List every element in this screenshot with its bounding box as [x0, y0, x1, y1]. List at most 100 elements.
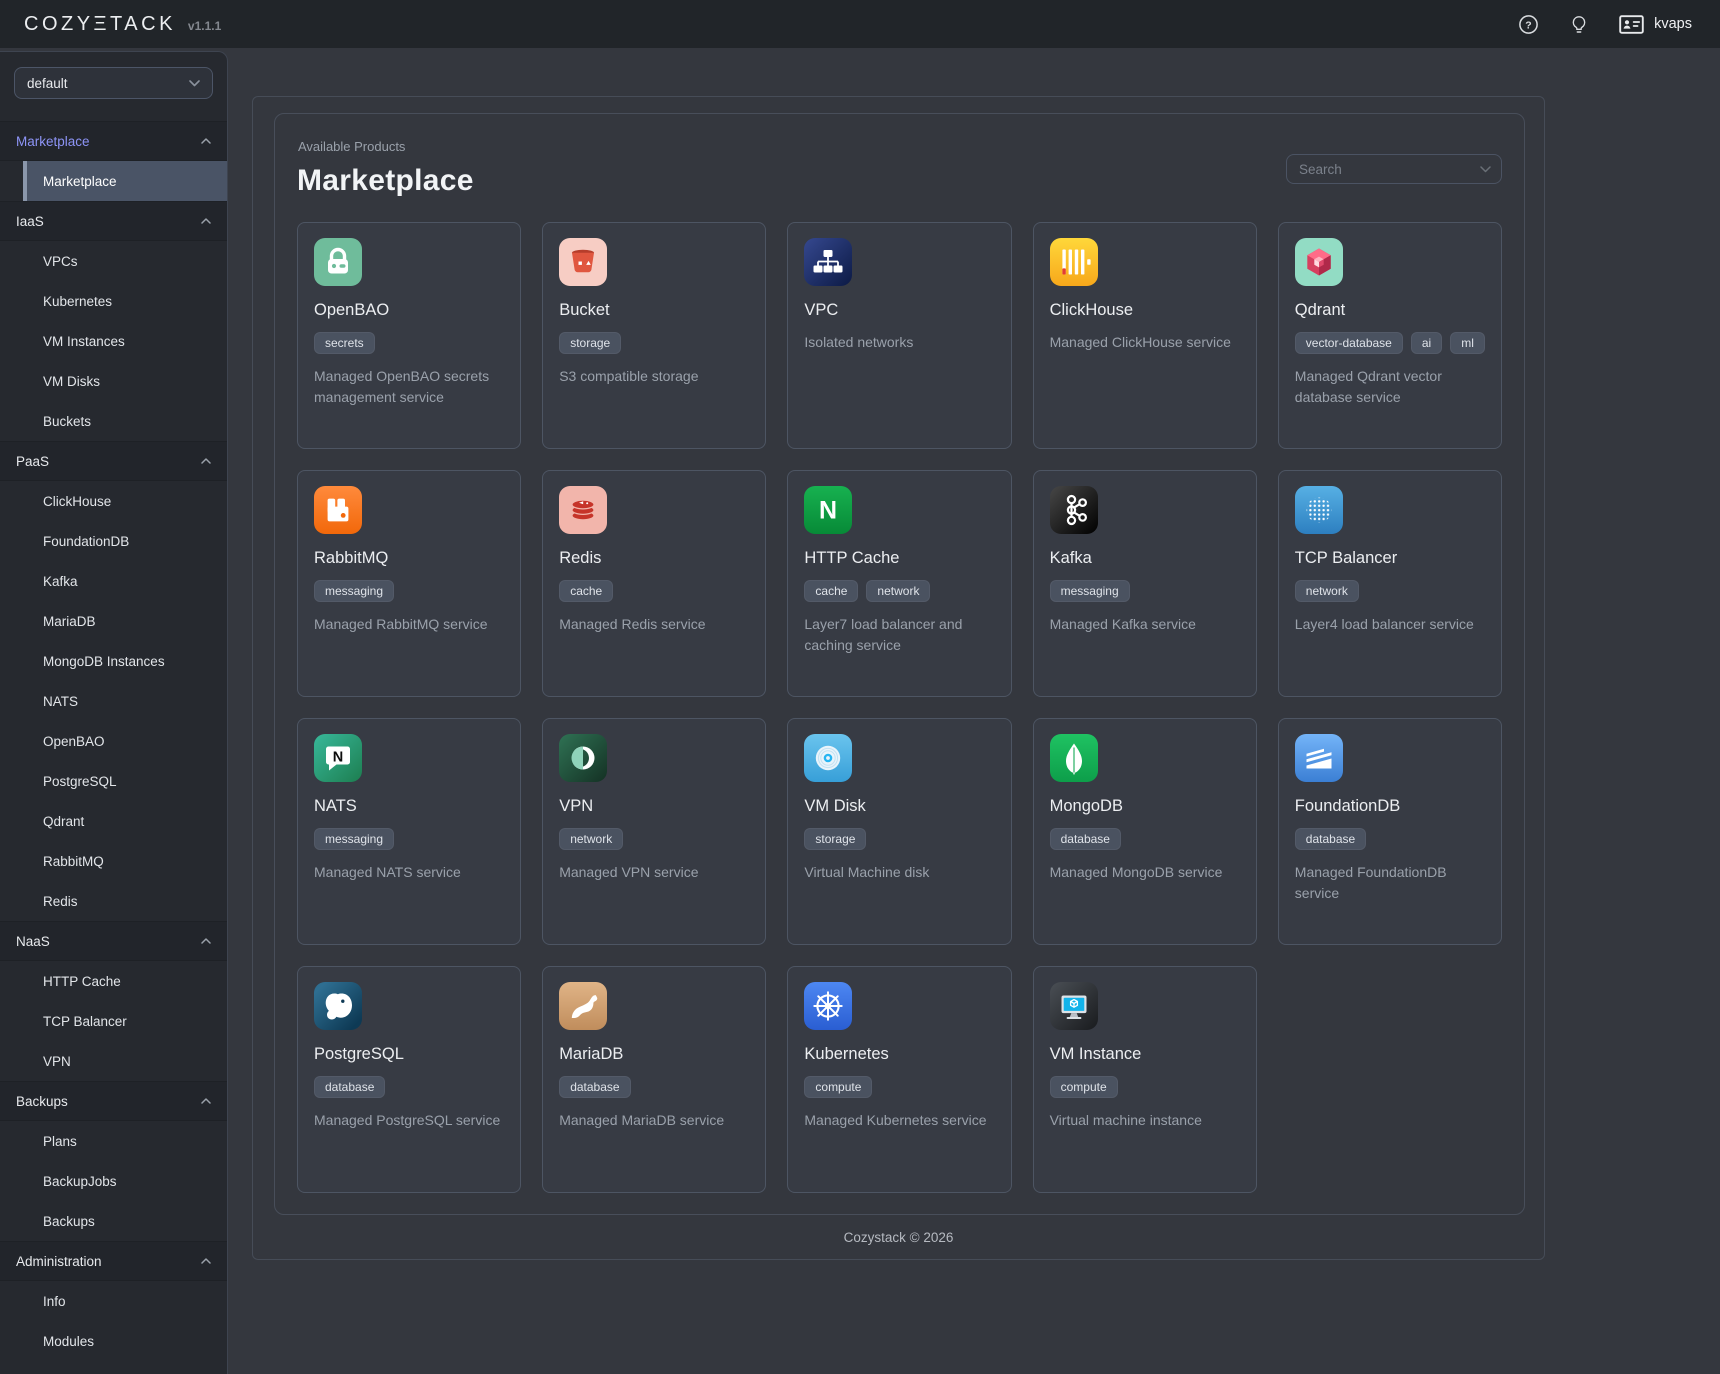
search-input[interactable] [1299, 162, 1480, 177]
card-tcp-balancer[interactable]: TCP Balancer network Layer4 load balance… [1278, 470, 1502, 697]
card-mariadb[interactable]: MariaDB database Managed MariaDB service [542, 966, 766, 1193]
product-description: Managed NATS service [314, 862, 504, 883]
sidebar-item-postgresql[interactable]: PostgreSQL [23, 761, 227, 801]
card-openbao[interactable]: OpenBAO secrets Managed OpenBAO secrets … [297, 222, 521, 449]
breadcrumb: Available Products [298, 139, 1502, 154]
card-vpc[interactable]: VPC Isolated networks [787, 222, 1011, 449]
product-tag: secrets [314, 332, 375, 354]
sidebar-item-clickhouse[interactable]: ClickHouse [23, 481, 227, 521]
product-tag: storage [559, 332, 621, 354]
product-title: Qdrant [1295, 301, 1485, 320]
card-nats[interactable]: N NATS messaging Managed NATS service [297, 718, 521, 945]
product-tags: database [1050, 828, 1240, 850]
sidebar-item-tcp-balancer[interactable]: TCP Balancer [23, 1001, 227, 1041]
product-description: Managed MariaDB service [559, 1110, 749, 1131]
sidebar-item-modules[interactable]: Modules [23, 1321, 227, 1361]
card-vpn[interactable]: VPN network Managed VPN service [542, 718, 766, 945]
product-title: Kubernetes [804, 1045, 994, 1064]
product-tags: network [559, 828, 749, 850]
lightbulb-icon [1569, 14, 1589, 35]
sidebar-item-mongodb-instances[interactable]: MongoDB Instances [23, 641, 227, 681]
help-button[interactable]: ? [1518, 14, 1539, 35]
redis-icon [559, 486, 607, 534]
sidebar-section-administration[interactable]: Administration [0, 1241, 227, 1281]
sidebar-item-openbao[interactable]: OpenBAO [23, 721, 227, 761]
sidebar-item-marketplace[interactable]: Marketplace [23, 161, 227, 201]
sidebar-section-backups[interactable]: Backups [0, 1081, 227, 1121]
namespace-select[interactable]: default [14, 67, 213, 99]
product-title: Kafka [1050, 549, 1240, 568]
user-menu[interactable]: kvaps [1619, 15, 1692, 34]
kafka-icon [1050, 486, 1098, 534]
chevron-up-icon [201, 1258, 211, 1264]
item-label: Backups [43, 1214, 95, 1229]
card-http-cache[interactable]: N HTTP Cache cachenetwork Layer7 load ba… [787, 470, 1011, 697]
card-vm-disk[interactable]: VM Disk storage Virtual Machine disk [787, 718, 1011, 945]
item-label: Marketplace [43, 174, 117, 189]
card-kubernetes[interactable]: Kubernetes compute Managed Kubernetes se… [787, 966, 1011, 1193]
product-tag: storage [804, 828, 866, 850]
sidebar-item-kafka[interactable]: Kafka [23, 561, 227, 601]
product-title: ClickHouse [1050, 301, 1240, 320]
sidebar-item-http-cache[interactable]: HTTP Cache [23, 961, 227, 1001]
product-tag: ml [1450, 332, 1485, 354]
sidebar-item-foundationdb[interactable]: FoundationDB [23, 521, 227, 561]
card-mongodb[interactable]: MongoDB database Managed MongoDB service [1033, 718, 1257, 945]
vpn-icon [559, 734, 607, 782]
vmdisk-icon [804, 734, 852, 782]
search-box [1286, 154, 1502, 184]
product-title: OpenBAO [314, 301, 504, 320]
product-tags: storage [559, 332, 749, 354]
tcpbalancer-icon [1295, 486, 1343, 534]
product-tag: vector-database [1295, 332, 1403, 354]
card-vm-instance[interactable]: VM Instance compute Virtual machine inst… [1033, 966, 1257, 1193]
sidebar-item-qdrant[interactable]: Qdrant [23, 801, 227, 841]
sidebar-item-nats[interactable]: NATS [23, 681, 227, 721]
sidebar-item-backups[interactable]: Backups [23, 1201, 227, 1241]
product-tags: cachenetwork [804, 580, 994, 602]
product-tags: storage [804, 828, 994, 850]
mariadb-icon [559, 982, 607, 1030]
sidebar-section-paas[interactable]: PaaS [0, 441, 227, 481]
card-redis[interactable]: Redis cache Managed Redis service [542, 470, 766, 697]
product-description: Isolated networks [804, 332, 994, 353]
sidebar-item-vpn[interactable]: VPN [23, 1041, 227, 1081]
sidebar-section-marketplace[interactable]: Marketplace [0, 121, 227, 161]
theme-toggle-button[interactable] [1569, 14, 1589, 35]
item-label: FoundationDB [43, 534, 129, 549]
sidebar-item-mariadb[interactable]: MariaDB [23, 601, 227, 641]
product-tags: compute [1050, 1076, 1240, 1098]
section-label: IaaS [16, 214, 44, 229]
card-clickhouse[interactable]: ClickHouse Managed ClickHouse service [1033, 222, 1257, 449]
sidebar-item-vm-disks[interactable]: VM Disks [23, 361, 227, 401]
card-qdrant[interactable]: Qdrant vector-databaseaiml Managed Qdran… [1278, 222, 1502, 449]
card-postgresql[interactable]: PostgreSQL database Managed PostgreSQL s… [297, 966, 521, 1193]
product-tag: messaging [314, 828, 394, 850]
sidebar-item-plans[interactable]: Plans [23, 1121, 227, 1161]
chevron-up-icon [201, 138, 211, 144]
kubernetes-icon [804, 982, 852, 1030]
sidebar-item-backupjobs[interactable]: BackupJobs [23, 1161, 227, 1201]
openbao-icon [314, 238, 362, 286]
product-tag: network [866, 580, 930, 602]
card-kafka[interactable]: Kafka messaging Managed Kafka service [1033, 470, 1257, 697]
sidebar-item-redis[interactable]: Redis [23, 881, 227, 921]
sidebar-section-naas[interactable]: NaaS [0, 921, 227, 961]
sidebar: default Marketplace Marketplace IaaS VPC… [0, 51, 228, 1374]
sidebar-item-vm-instances[interactable]: VM Instances [23, 321, 227, 361]
card-bucket[interactable]: Bucket storage S3 compatible storage [542, 222, 766, 449]
product-title: VM Disk [804, 797, 994, 816]
sidebar-item-buckets[interactable]: Buckets [23, 401, 227, 441]
sidebar-section-iaas[interactable]: IaaS [0, 201, 227, 241]
sidebar-item-rabbitmq[interactable]: RabbitMQ [23, 841, 227, 881]
product-description: S3 compatible storage [559, 366, 749, 387]
sidebar-item-info[interactable]: Info [23, 1281, 227, 1321]
product-tag: database [559, 1076, 630, 1098]
sidebar-item-vpcs[interactable]: VPCs [23, 241, 227, 281]
card-rabbitmq[interactable]: RabbitMQ messaging Managed RabbitMQ serv… [297, 470, 521, 697]
card-foundationdb[interactable]: FoundationDB database Managed Foundation… [1278, 718, 1502, 945]
product-tag: messaging [314, 580, 394, 602]
sidebar-item-kubernetes[interactable]: Kubernetes [23, 281, 227, 321]
product-tag: cache [559, 580, 613, 602]
item-label: MariaDB [43, 614, 96, 629]
